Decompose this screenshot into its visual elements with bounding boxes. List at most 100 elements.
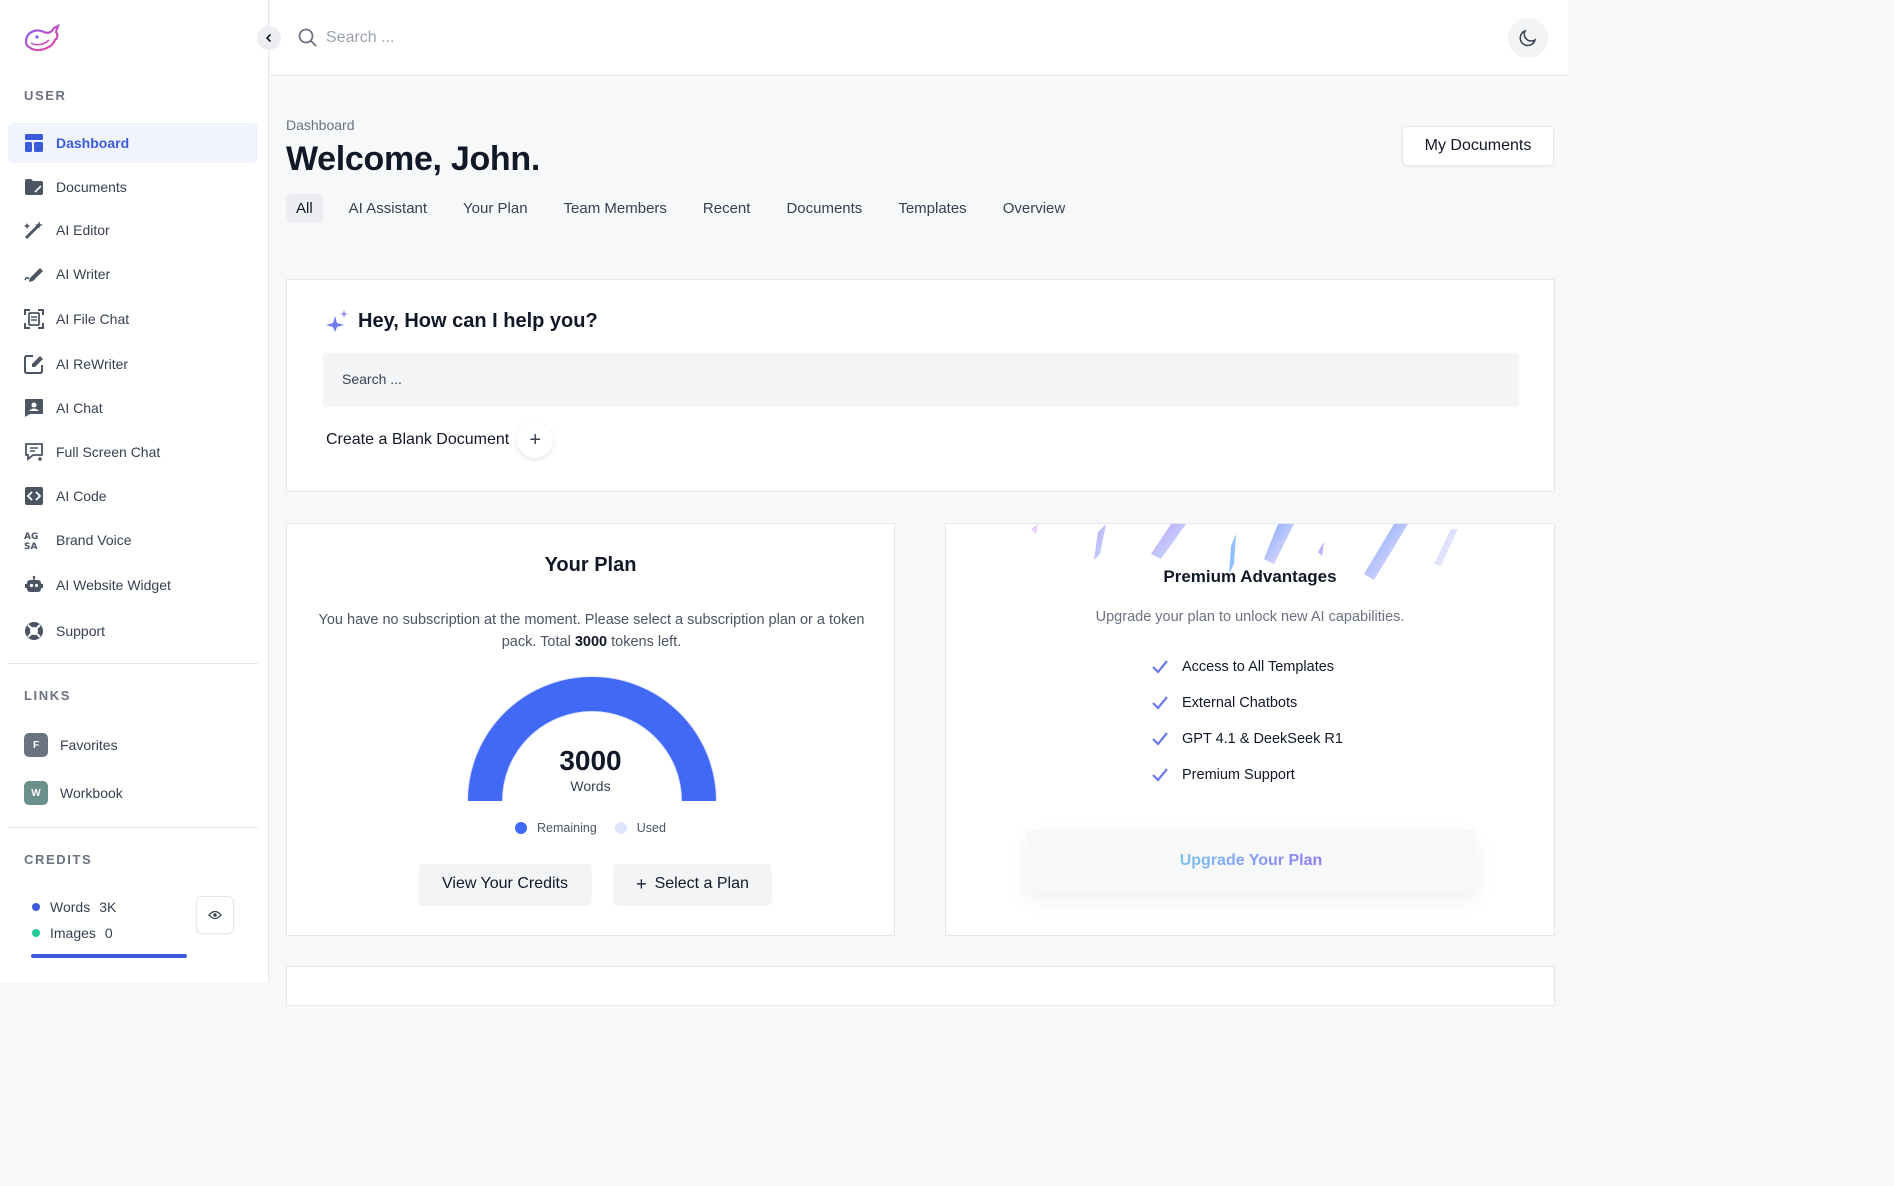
top-header <box>270 0 1568 76</box>
check-icon <box>1152 660 1170 674</box>
advantage-label: Access to All Templates <box>1182 659 1335 675</box>
legend-remaining: Remaining <box>515 821 597 835</box>
plus-icon: + <box>636 873 647 894</box>
sidebar-item-ai-code[interactable]: AI Code <box>8 476 258 516</box>
sidebar-item-ai-writer[interactable]: AI Writer <box>8 254 258 294</box>
chat-plus-icon <box>24 442 44 462</box>
words-dot <box>32 903 40 911</box>
sidebar: USER Dashboard Documents AI Editor AI Wr… <box>0 0 269 982</box>
sidebar-item-label: AI Editor <box>56 222 110 238</box>
link-label: Favorites <box>60 737 118 753</box>
my-documents-button[interactable]: My Documents <box>1402 126 1554 166</box>
link-workbook[interactable]: W Workbook <box>24 781 123 805</box>
sidebar-item-dashboard[interactable]: Dashboard <box>8 123 258 163</box>
moon-icon <box>1519 29 1537 47</box>
premium-advantages-title: Premium Advantages <box>1163 567 1337 586</box>
sparkle-icon <box>325 310 349 337</box>
sidebar-item-label: Full Screen Chat <box>56 444 161 460</box>
svg-text:AG: AG <box>24 532 38 542</box>
dashboard-icon <box>24 133 44 153</box>
check-icon <box>1152 732 1170 746</box>
credits-section-label: CREDITS <box>24 852 93 867</box>
eye-icon <box>208 910 222 920</box>
ai-assistant-card: Hey, How can I help you? Create a Blank … <box>286 279 1555 492</box>
select-plan-button[interactable]: + Select a Plan <box>614 864 771 904</box>
sidebar-item-label: AI Writer <box>56 266 111 282</box>
create-blank-document-button[interactable]: Create a Blank Document + <box>326 422 554 458</box>
your-plan-card: Your Plan You have no subscription at th… <box>286 523 895 936</box>
link-badge: W <box>24 781 48 805</box>
link-badge: F <box>24 733 48 757</box>
credit-words: Words 3K <box>32 899 116 915</box>
edit-icon <box>24 354 44 374</box>
credit-progress-bar <box>31 954 187 958</box>
sidebar-item-documents[interactable]: Documents <box>8 167 258 207</box>
assistant-search-input[interactable] <box>324 353 1518 405</box>
upgrade-plan-label: Upgrade Your Plan <box>1179 852 1323 869</box>
select-plan-label: Select a Plan <box>654 875 749 892</box>
toggle-credits-visibility-button[interactable] <box>196 896 234 934</box>
legend-dot <box>614 822 627 834</box>
magic-wand-icon <box>24 220 44 240</box>
advantage-item: GPT 4.1 & DeekSeek R1 <box>1152 731 1343 747</box>
app-logo[interactable] <box>22 22 62 54</box>
user-section-label: USER <box>24 88 67 103</box>
plan-description: You have no subscription at the moment. … <box>317 609 866 653</box>
tab-documents[interactable]: Documents <box>776 194 872 223</box>
advantage-item: External Chatbots <box>1152 695 1297 711</box>
folder-icon <box>24 177 44 197</box>
sidebar-item-ai-chat[interactable]: AI Chat <box>8 388 258 428</box>
page-title: Welcome, John. <box>286 140 541 178</box>
search-input[interactable] <box>326 24 726 52</box>
advantage-label: External Chatbots <box>1182 695 1298 711</box>
sidebar-item-label: Support <box>56 623 106 639</box>
credit-value: 3K <box>99 899 117 915</box>
view-credits-button[interactable]: View Your Credits <box>419 864 591 904</box>
gauge-unit: Words <box>570 778 611 794</box>
tab-team-members[interactable]: Team Members <box>554 194 677 223</box>
dark-mode-toggle-button[interactable] <box>1508 18 1548 58</box>
plus-icon: + <box>517 422 554 458</box>
images-dot <box>32 929 40 937</box>
gauge-value: 3000 <box>559 745 622 776</box>
whale-logo-icon <box>24 23 60 52</box>
tab-overview[interactable]: Overview <box>993 194 1076 223</box>
filter-tabs: All AI Assistant Your Plan Team Members … <box>286 194 1091 223</box>
upgrade-plan-button[interactable]: Upgrade Your Plan <box>1026 830 1476 892</box>
search-icon <box>298 28 318 53</box>
advantage-label: Premium Support <box>1182 767 1295 783</box>
code-icon <box>24 486 44 506</box>
file-scan-icon <box>24 309 44 329</box>
sidebar-item-brand-voice[interactable]: AG ṢA Brand Voice <box>8 520 258 560</box>
advantage-item: Premium Support <box>1152 767 1295 783</box>
sidebar-item-ai-website-widget[interactable]: AI Website Widget <box>8 565 258 605</box>
decorative-ribbons <box>1031 524 1458 580</box>
sidebar-item-label: Dashboard <box>56 135 130 151</box>
credit-value: 0 <box>104 925 113 941</box>
tab-ai-assistant[interactable]: AI Assistant <box>339 194 437 223</box>
collapse-sidebar-button[interactable] <box>257 26 281 50</box>
sidebar-item-label: AI File Chat <box>56 311 130 327</box>
sidebar-item-ai-editor[interactable]: AI Editor <box>8 210 258 250</box>
premium-advantages-card: Premium Advantages Upgrade your plan to … <box>945 523 1555 936</box>
sidebar-item-full-screen-chat[interactable]: Full Screen Chat <box>8 432 258 472</box>
robot-icon <box>24 575 44 595</box>
credit-images: Images 0 <box>32 925 113 941</box>
sidebar-item-ai-rewriter[interactable]: AI ReWriter <box>8 344 258 384</box>
advantage-item: Access to All Templates <box>1152 659 1334 675</box>
check-icon <box>1152 768 1170 782</box>
plan-desc-text: tokens left. <box>607 634 682 650</box>
sidebar-divider <box>8 827 258 828</box>
plan-token-count: 3000 <box>574 634 608 650</box>
lifebuoy-icon <box>24 621 44 641</box>
sidebar-item-label: Documents <box>56 179 127 195</box>
sidebar-item-support[interactable]: Support <box>8 611 258 651</box>
legend-label: Used <box>636 821 666 835</box>
tab-all[interactable]: All <box>286 194 323 223</box>
tab-recent[interactable]: Recent <box>693 194 761 223</box>
tab-templates[interactable]: Templates <box>888 194 976 223</box>
links-section-label: LINKS <box>24 688 71 703</box>
sidebar-item-ai-file-chat[interactable]: AI File Chat <box>8 299 258 339</box>
link-favorites[interactable]: F Favorites <box>24 733 118 757</box>
tab-your-plan[interactable]: Your Plan <box>453 194 538 223</box>
